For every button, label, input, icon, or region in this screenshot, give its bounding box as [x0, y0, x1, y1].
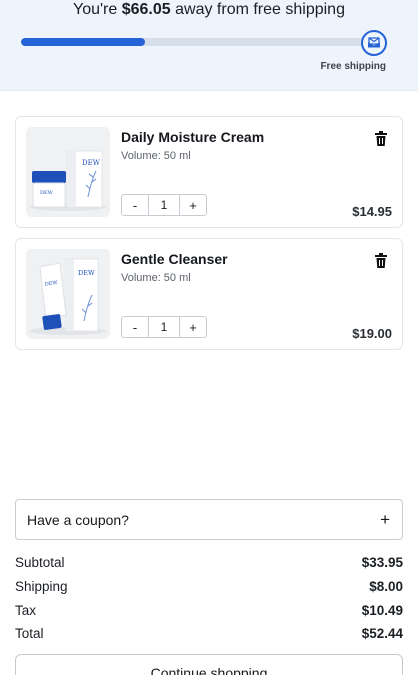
summary-row-subtotal: Subtotal $33.95 [15, 551, 403, 575]
brand-mark: DEW [78, 269, 95, 277]
quantity-input[interactable]: 1 [148, 195, 180, 215]
brand-mark: DEW [82, 159, 101, 167]
coupon-toggle[interactable]: Have a coupon? + [15, 499, 403, 540]
summary-label: Subtotal [15, 555, 65, 571]
decrement-button[interactable]: - [122, 317, 148, 337]
product-variant: Volume: 50 ml [121, 272, 191, 284]
order-summary: Subtotal $33.95 Shipping $8.00 Tax $10.4… [15, 551, 403, 646]
envelope-icon [361, 30, 387, 56]
coupon-label: Have a coupon? [27, 511, 129, 528]
product-image: DEW DEW [26, 249, 110, 339]
continue-shopping-button[interactable]: Continue shopping [15, 654, 403, 675]
product-name: Daily Moisture Cream [121, 129, 265, 145]
summary-label: Shipping [15, 579, 68, 595]
product-image: DEW DEW [26, 127, 110, 217]
cart-item: DEW DEW Daily Moisture Cream Volume: 50 … [15, 116, 403, 228]
free-shipping-goal-label: Free shipping [320, 61, 386, 72]
product-price: $14.95 [352, 204, 392, 219]
trash-icon[interactable] [374, 253, 388, 269]
summary-row-total: Total $52.44 [15, 622, 403, 646]
decrement-button[interactable]: - [122, 195, 148, 215]
shipping-progress-fill [21, 38, 146, 46]
plus-icon: + [380, 509, 390, 529]
summary-value: $52.44 [361, 626, 403, 642]
amount-away: $66.05 [121, 1, 171, 18]
svg-text:DEW: DEW [40, 190, 54, 196]
free-shipping-banner: You're $66.05 away from free shipping Fr… [0, 0, 418, 91]
summary-value: $10.49 [361, 602, 403, 618]
trash-icon[interactable] [374, 131, 388, 147]
quantity-input[interactable]: 1 [148, 317, 180, 337]
summary-value: $33.95 [361, 555, 403, 571]
summary-value: $8.00 [369, 579, 403, 595]
increment-button[interactable]: + [180, 195, 206, 215]
quantity-stepper: - 1 + [121, 316, 207, 338]
product-price: $19.00 [352, 326, 392, 341]
summary-row-tax: Tax $10.49 [15, 598, 403, 622]
shipping-progress-bar [21, 38, 366, 46]
summary-label: Total [15, 626, 44, 642]
quantity-stepper: - 1 + [121, 194, 207, 216]
product-name: Gentle Cleanser [121, 251, 228, 267]
summary-label: Tax [15, 602, 37, 618]
increment-button[interactable]: + [180, 317, 206, 337]
free-shipping-message: You're $66.05 away from free shipping [73, 1, 345, 18]
product-variant: Volume: 50 ml [121, 150, 191, 162]
summary-row-shipping: Shipping $8.00 [15, 575, 403, 599]
cart-item: DEW DEW Gentle Cleanser Volume: 50 ml - … [15, 238, 403, 350]
